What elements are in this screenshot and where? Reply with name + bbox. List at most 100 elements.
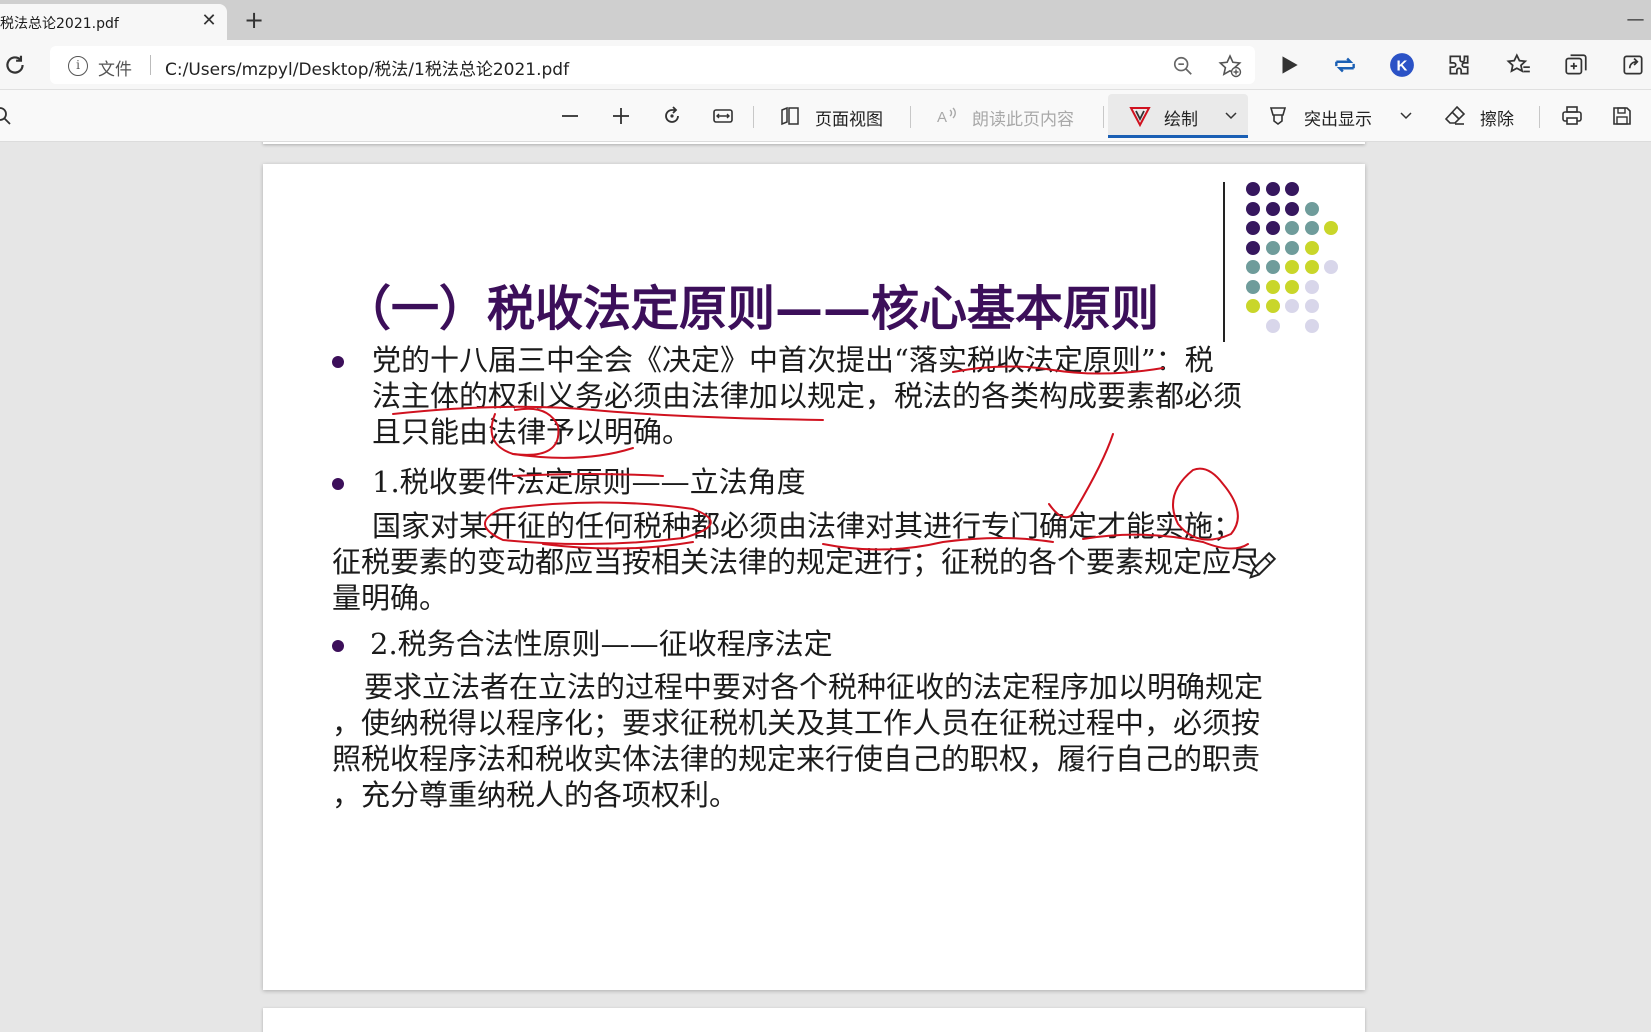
url-text[interactable]: C:/Users/mzpyl/Desktop/税法/1税法总论2021.pdf	[165, 55, 569, 80]
decorative-dot	[1304, 221, 1319, 235]
decorative-dot	[1265, 279, 1280, 294]
previous-page	[263, 142, 1365, 144]
decorative-dot	[1285, 260, 1299, 274]
pdf-toolbar: 页面视图 A 朗读此页内容 绘制 突出显示 擦除	[0, 90, 1651, 142]
section-heading: 1.税收要件法定原则——立法角度	[372, 465, 806, 499]
bullet-point	[332, 356, 344, 368]
highlight-icon[interactable]	[1266, 104, 1290, 128]
paragraph-line: 国家对某开征的任何税种都必须由法律对其进行专门确定才能实施；	[372, 509, 1243, 543]
svg-text:A: A	[937, 109, 947, 126]
navigation-bar: i 文件 C:/Users/mzpyl/Desktop/税法/1税法总论2021…	[0, 40, 1651, 90]
decorative-dot	[1246, 299, 1260, 313]
decorative-dot	[1304, 201, 1319, 216]
decorative-dot	[1246, 201, 1260, 216]
extensions-icon[interactable]	[1446, 52, 1472, 78]
save-icon[interactable]	[1610, 104, 1634, 128]
slide-title: （一）税收法定原则——核心基本原则	[343, 281, 1160, 337]
file-scheme-label: 文件	[98, 60, 132, 80]
toolbar-separator	[753, 106, 754, 128]
decorative-dot	[1304, 260, 1319, 274]
tab-active[interactable]: 税法总论2021.pdf ✕	[0, 4, 227, 40]
decorative-dot	[1246, 221, 1260, 235]
bullet-point	[332, 478, 344, 490]
paragraph-line: 且只能由法律予以明确。	[372, 415, 692, 449]
tab-strip: 税法总论2021.pdf ✕ + —	[0, 0, 1651, 40]
decorative-dot	[1285, 201, 1299, 216]
print-icon[interactable]	[1560, 104, 1584, 128]
decorative-dot	[1285, 299, 1299, 313]
collections-icon[interactable]	[1563, 52, 1589, 78]
decorative-dot	[1246, 240, 1260, 255]
paragraph-line: ，充分尊重纳税人的各项权利。	[332, 778, 739, 812]
decorative-dot	[1265, 221, 1280, 235]
k-extension-icon[interactable]: K	[1389, 52, 1415, 78]
sync-icon[interactable]	[1332, 52, 1358, 78]
pdf-document-area[interactable]: （一）税收法定原则——核心基本原则 党的十八届三中全会《决定》中首次提出“落实税…	[0, 142, 1651, 1032]
decorative-dot	[1304, 299, 1319, 313]
pen-cursor-icon	[1249, 551, 1277, 579]
decorative-dot	[1265, 260, 1280, 274]
decorative-dot	[1285, 221, 1299, 235]
decorative-dot	[1246, 260, 1260, 274]
url-separator	[150, 55, 151, 75]
erase-icon[interactable]	[1443, 104, 1467, 128]
pdf-page: （一）税收法定原则——核心基本原则 党的十八届三中全会《决定》中首次提出“落实税…	[263, 164, 1365, 990]
ink-check	[1048, 433, 1114, 519]
svg-text:K: K	[1397, 57, 1408, 74]
decorative-dot	[1324, 260, 1338, 274]
reload-icon[interactable]	[2, 52, 28, 78]
decorative-dot	[1246, 279, 1260, 294]
tab-title: 税法总论2021.pdf	[0, 16, 119, 32]
info-icon[interactable]: i	[68, 56, 88, 76]
address-bar[interactable]: i 文件 C:/Users/mzpyl/Desktop/税法/1税法总论2021…	[50, 46, 1255, 84]
draw-label[interactable]: 绘制	[1164, 105, 1198, 130]
paragraph-line: 征税要素的变动都应当按相关法律的规定进行；征税的各个要素规定应尽	[332, 545, 1261, 579]
toolbar-separator	[1539, 106, 1540, 128]
decorative-divider	[1223, 182, 1225, 342]
read-aloud-button[interactable]: 朗读此页内容	[972, 105, 1074, 130]
share-icon[interactable]	[1620, 52, 1646, 78]
favorites-icon[interactable]	[1506, 52, 1532, 78]
chevron-down-icon[interactable]	[1399, 108, 1413, 122]
next-page	[263, 1008, 1365, 1032]
read-aloud-icon[interactable]: A	[935, 104, 959, 128]
decorative-dot	[1285, 279, 1299, 294]
decorative-dot	[1265, 318, 1280, 333]
highlight-button[interactable]: 突出显示	[1304, 105, 1372, 130]
erase-button[interactable]: 擦除	[1480, 105, 1514, 130]
play-icon[interactable]	[1276, 52, 1302, 78]
zoom-minus-icon[interactable]	[558, 104, 582, 128]
zoom-plus-icon[interactable]	[609, 104, 633, 128]
bullet-point	[332, 640, 344, 652]
rotate-icon[interactable]	[660, 104, 684, 128]
fit-width-icon[interactable]	[711, 104, 735, 128]
paragraph-line: ，使纳税得以程序化；要求征税机关及其工作人员在征税过程中，必须按	[332, 706, 1261, 740]
decorative-dot	[1324, 221, 1338, 235]
page-view-button[interactable]: 页面视图	[815, 105, 883, 130]
search-icon[interactable]	[0, 104, 14, 128]
section-heading: 2.税务合法性原则——征收程序法定	[370, 627, 833, 661]
close-tab-icon[interactable]: ✕	[198, 10, 220, 32]
toolbar-separator	[1103, 106, 1104, 128]
add-favorite-icon[interactable]	[1218, 54, 1242, 78]
new-tab-button[interactable]: +	[240, 6, 268, 34]
decorative-dot	[1304, 240, 1319, 255]
decorative-dot	[1246, 182, 1260, 196]
paragraph-line: 要求立法者在立法的过程中要对各个税种征收的法定程序加以明确规定	[364, 670, 1264, 704]
decorative-dot	[1304, 279, 1319, 294]
decorative-dot	[1285, 240, 1299, 255]
decorative-dot	[1265, 182, 1280, 196]
paragraph-line: 照税收程序法和税收实体法律的规定来行使自己的职权，履行自己的职责	[332, 742, 1261, 776]
draw-icon[interactable]	[1128, 104, 1152, 128]
decorative-dot	[1285, 182, 1299, 196]
chevron-down-icon[interactable]	[1224, 108, 1238, 122]
zoom-out-icon[interactable]	[1172, 55, 1194, 77]
decorative-dot	[1265, 240, 1280, 255]
decorative-dot	[1265, 299, 1280, 313]
decorative-dot	[1265, 201, 1280, 216]
paragraph-line: 党的十八届三中全会《决定》中首次提出“落实税收法定原则”：税	[372, 343, 1214, 377]
paragraph-line: 法主体的权利义务必须由法律加以规定，税法的各类构成要素都必须	[372, 379, 1243, 413]
decorative-dot	[1304, 318, 1319, 333]
minimize-window-button[interactable]: —	[1620, 6, 1651, 34]
page-view-icon[interactable]	[778, 104, 802, 128]
